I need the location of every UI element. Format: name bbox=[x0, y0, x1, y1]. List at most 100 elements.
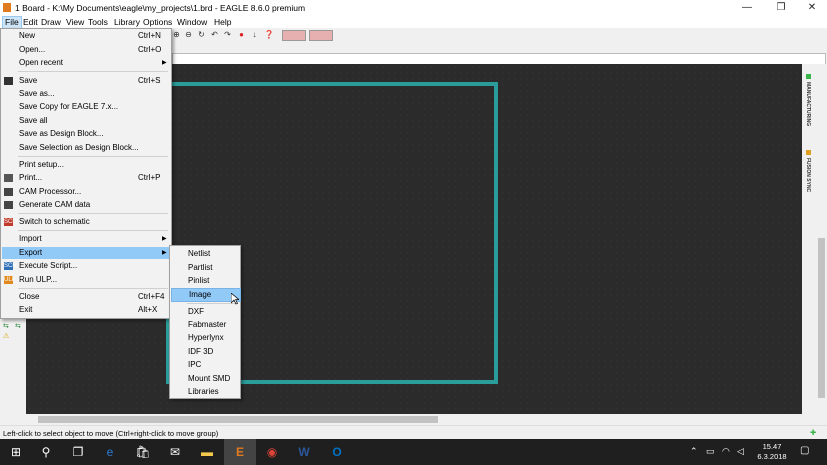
network-icon[interactable]: ◠ bbox=[722, 446, 730, 457]
help-icon[interactable]: ❓ bbox=[264, 30, 274, 39]
file-menu-run-ulp[interactable]: ULP Run ULP... bbox=[2, 274, 170, 286]
export-partlist[interactable]: Partlist bbox=[171, 262, 239, 274]
notifications-icon[interactable]: ▢ bbox=[800, 445, 809, 456]
export-pinlist[interactable]: Pinlist bbox=[171, 275, 239, 287]
minimize-button[interactable]: — bbox=[732, 0, 762, 16]
horizontal-scroll-thumb[interactable] bbox=[38, 416, 438, 423]
export-idf-3d[interactable]: IDF 3D bbox=[171, 346, 239, 358]
battery-icon[interactable]: ▭ bbox=[706, 446, 715, 457]
edge-icon[interactable]: e bbox=[94, 439, 126, 465]
menu-view[interactable]: View bbox=[64, 17, 86, 28]
file-menu-save-selection-design-block[interactable]: Save Selection as Design Block... bbox=[2, 142, 170, 154]
file-menu-print-setup[interactable]: Print setup... bbox=[2, 159, 170, 171]
manufacturing-status-icon bbox=[806, 74, 811, 79]
menu-tools[interactable]: Tools bbox=[86, 17, 110, 28]
status-bar: Left-click to select object to move (Ctr… bbox=[0, 425, 827, 440]
tray-chevron-icon[interactable]: ⌃ bbox=[690, 446, 698, 457]
export-hyperlynx[interactable]: Hyperlynx bbox=[171, 332, 239, 344]
status-ok-icon: ✚ bbox=[810, 428, 817, 437]
file-menu-open[interactable]: Open... Ctrl+O bbox=[2, 44, 170, 56]
menu-separator bbox=[18, 288, 168, 289]
export-ipc[interactable]: IPC bbox=[171, 359, 239, 371]
windows-taskbar: ⊞ ⚲ ❐ e 🛍 ✉ ▬ E ◉ W O ⌃ ▭ ◠ ◁ 15.47 6.3.… bbox=[0, 439, 827, 465]
menu-window[interactable]: Window bbox=[175, 17, 209, 28]
file-menu-print[interactable]: Print... Ctrl+P bbox=[2, 172, 170, 184]
zoom-out-icon[interactable]: ⊖ bbox=[184, 30, 193, 39]
file-menu-switch-schematic[interactable]: SCH Switch to schematic bbox=[2, 216, 170, 228]
export-mount-smd[interactable]: Mount SMD bbox=[171, 373, 239, 385]
mouse-cursor-icon bbox=[231, 293, 239, 305]
menu-help[interactable]: Help bbox=[212, 17, 233, 28]
export-fabmaster[interactable]: Fabmaster bbox=[171, 319, 239, 331]
file-menu-exit[interactable]: Exit Alt+X bbox=[2, 304, 170, 316]
stop-icon[interactable]: ● bbox=[237, 30, 246, 39]
volume-icon[interactable]: ◁ bbox=[737, 446, 744, 457]
redraw-icon[interactable]: ↻ bbox=[197, 30, 206, 39]
file-menu-save-all[interactable]: Save all bbox=[2, 115, 170, 127]
submenu-arrow-icon: ▶ bbox=[162, 60, 167, 66]
undo-icon[interactable]: ↶ bbox=[210, 30, 219, 39]
ulp-icon: ULP bbox=[4, 276, 16, 284]
export-libraries[interactable]: Libraries bbox=[171, 386, 239, 398]
export-dxf[interactable]: DXF bbox=[171, 306, 239, 318]
menu-separator bbox=[18, 71, 168, 72]
erc-icon[interactable] bbox=[309, 30, 333, 41]
file-menu-cam-processor[interactable]: CAM Processor... bbox=[2, 186, 170, 198]
eagle-app-icon bbox=[3, 3, 11, 12]
file-menu-export[interactable]: Export ▶ bbox=[2, 247, 170, 259]
mail-icon[interactable]: ✉ bbox=[159, 439, 191, 465]
menu-separator bbox=[18, 213, 168, 214]
printer-icon bbox=[4, 174, 13, 182]
layer-tool-icon[interactable]: ⇆ bbox=[3, 322, 9, 330]
file-menu-save-design-block[interactable]: Save as Design Block... bbox=[2, 128, 170, 140]
clock-date: 6.3.2018 bbox=[757, 452, 787, 461]
warning-icon[interactable]: ⚠ bbox=[3, 332, 9, 340]
file-menu-new[interactable]: New Ctrl+N bbox=[2, 30, 170, 42]
drc-icon[interactable] bbox=[282, 30, 306, 41]
close-button[interactable]: ✕ bbox=[797, 0, 827, 16]
menu-separator bbox=[18, 156, 168, 157]
store-icon[interactable]: 🛍 bbox=[127, 439, 159, 465]
menu-options[interactable]: Options bbox=[141, 17, 174, 28]
layer-tool-2-icon[interactable]: ⇆ bbox=[15, 322, 21, 330]
file-menu-save-copy[interactable]: Save Copy for EAGLE 7.x... bbox=[2, 101, 170, 113]
export-netlist[interactable]: Netlist bbox=[171, 248, 239, 260]
file-menu-save-as[interactable]: Save as... bbox=[2, 88, 170, 100]
title-bar: 1 Board - K:\My Documents\eagle\my_proje… bbox=[0, 0, 827, 16]
menu-edit[interactable]: Edit bbox=[21, 17, 40, 28]
chrome-icon[interactable]: ◉ bbox=[256, 439, 288, 465]
cam-icon bbox=[4, 188, 13, 196]
file-menu-open-recent[interactable]: Open recent ▶ bbox=[2, 57, 170, 69]
outlook-icon[interactable]: O bbox=[321, 439, 353, 465]
schematic-icon: SCH bbox=[4, 218, 17, 226]
file-menu-import[interactable]: Import ▶ bbox=[2, 233, 170, 245]
vertical-scroll-thumb[interactable] bbox=[818, 238, 825, 398]
taskbar-clock[interactable]: 15.47 6.3.2018 bbox=[752, 442, 792, 462]
menu-draw[interactable]: Draw bbox=[39, 17, 63, 28]
manufacturing-tab[interactable]: MANUFACTURING bbox=[805, 82, 811, 126]
cam-data-icon bbox=[4, 201, 13, 209]
file-menu-execute-script[interactable]: SCR Execute Script... bbox=[2, 260, 170, 272]
zoom-in-icon[interactable]: ⊕ bbox=[172, 30, 181, 39]
file-menu-close[interactable]: Close Ctrl+F4 bbox=[2, 291, 170, 303]
file-explorer-icon[interactable]: ▬ bbox=[191, 439, 223, 465]
search-icon[interactable]: ⚲ bbox=[30, 439, 62, 465]
file-menu-generate-cam[interactable]: Generate CAM data bbox=[2, 199, 170, 211]
export-submenu: Netlist Partlist Pinlist Image DXF Fabma… bbox=[169, 245, 241, 399]
windows-start-icon[interactable]: ⊞ bbox=[0, 439, 32, 465]
word-icon[interactable]: W bbox=[288, 439, 320, 465]
clock-time: 15.47 bbox=[762, 442, 782, 451]
menu-library[interactable]: Library bbox=[112, 17, 142, 28]
menu-separator bbox=[18, 230, 168, 231]
menu-bar: File Edit Draw View Tools Library Option… bbox=[0, 16, 827, 29]
submenu-arrow-icon: ▶ bbox=[162, 250, 167, 256]
save-icon bbox=[4, 77, 13, 85]
menu-separator bbox=[187, 303, 237, 304]
redo-icon[interactable]: ↷ bbox=[223, 30, 232, 39]
fusion-sync-tab[interactable]: FUSION SYNC bbox=[805, 158, 811, 192]
file-menu-save[interactable]: Save Ctrl+S bbox=[2, 75, 170, 87]
maximize-button[interactable]: ❐ bbox=[766, 0, 796, 16]
task-view-icon[interactable]: ❐ bbox=[62, 439, 94, 465]
eagle-taskbar-icon[interactable]: E bbox=[224, 439, 256, 465]
go-icon[interactable]: ↓ bbox=[250, 30, 259, 39]
